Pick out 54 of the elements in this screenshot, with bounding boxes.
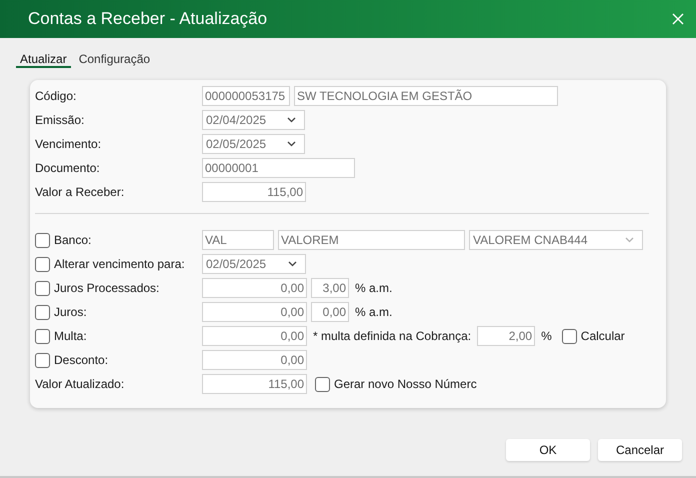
chevron-down-icon [287,117,296,123]
input-field[interactable]: 00000001 [202,158,355,178]
input-field[interactable]: 0,00 [202,350,307,370]
dialog-button[interactable]: Cancelar [598,439,682,461]
dialog-button[interactable]: OK [506,439,590,461]
input-field[interactable]: 0,00 [202,278,307,298]
chevron-down-icon [287,141,296,147]
window-title: Contas a Receber - Atualização [28,8,268,30]
field-label: Valor a Receber: [35,184,126,201]
input-field[interactable]: 0,00 [311,302,349,322]
input-field[interactable]: 115,00 [202,182,306,202]
input-field[interactable]: 0,00 [202,326,307,346]
checkbox[interactable] [315,376,330,392]
checkbox-label[interactable]: Gerar novo Nosso Númerc [334,375,477,393]
input-field[interactable]: 2,00 [477,326,536,346]
field-label: Código: [35,88,78,105]
chevron-down-icon [625,237,634,243]
field-label: Desconto: [54,352,108,369]
field-label: * multa definida na Cobrança: [313,328,472,345]
tab[interactable]: Atualizar [16,50,71,68]
input-field[interactable]: 000000053175 [202,86,290,106]
date-dropdown[interactable]: 02/05/2025 [202,254,306,274]
field-label: Emissão: [35,112,86,129]
input-field[interactable]: 0,00 [202,302,307,322]
input-field[interactable]: SW TECNOLOGIA EM GESTÃO [294,86,558,106]
select-dropdown[interactable]: VALOREM CNAB444 [469,230,643,250]
input-field[interactable]: 3,00 [311,278,349,298]
checkbox[interactable] [35,352,50,368]
checkbox[interactable] [35,256,50,272]
field-label: Alterar vencimento para: [54,256,185,273]
field-label: Vencimento: [35,136,102,153]
checkbox[interactable] [35,280,50,296]
input-field[interactable]: VAL [202,230,274,250]
input-field[interactable]: VALOREM [278,230,465,250]
checkbox[interactable] [35,304,50,320]
tab[interactable]: Configuração [76,50,152,68]
field-label: % a.m. [355,304,392,321]
checkbox-label[interactable]: Calcular [580,327,625,345]
input-field[interactable]: 115,00 [202,374,307,394]
field-label: Banco: [54,232,92,249]
field-label: Valor Atualizado: [35,376,124,393]
field-label: Documento: [35,160,101,177]
date-dropdown[interactable]: 02/05/2025 [202,134,305,154]
field-label: % [541,328,552,345]
close-icon[interactable] [672,13,684,25]
checkbox[interactable] [35,232,50,248]
field-label: % a.m. [355,280,392,297]
chevron-down-icon [288,261,297,267]
checkbox[interactable] [562,328,577,344]
field-label: Multa: [54,328,87,345]
checkbox[interactable] [35,328,50,344]
date-dropdown[interactable]: 02/04/2025 [202,110,305,130]
field-label: Juros Processados: [54,280,160,297]
field-label: Juros: [54,304,87,321]
